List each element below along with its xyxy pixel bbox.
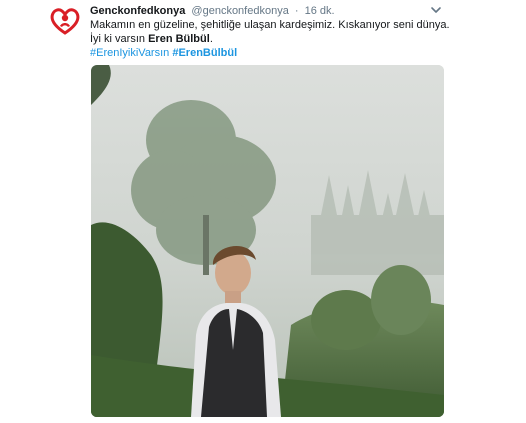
tweet-text: Makamın en güzeline, şehitliğe ulaşan ka… <box>90 18 450 60</box>
tweet: Genckonfedkonya @genckonfedkonya · 16 dk… <box>0 0 526 423</box>
red-heart-logo-icon <box>50 8 80 35</box>
hashtag-line: #ErenIyikiVarsın #ErenBülbül <box>90 46 450 60</box>
tweet-text-name: Eren Bülbül <box>148 33 210 45</box>
tweet-photo[interactable] <box>91 65 444 417</box>
display-name[interactable]: Genckonfedkonya <box>90 5 185 17</box>
avatar[interactable] <box>49 5 81 37</box>
tweet-text-line-1: Makamın en güzeline, şehitliğe ulaşan ka… <box>90 19 450 31</box>
timestamp[interactable]: 16 dk. <box>305 5 335 17</box>
tweet-header: Genckonfedkonya @genckonfedkonya · 16 dk… <box>90 4 335 18</box>
chevron-down-icon <box>431 7 441 13</box>
more-options-button[interactable] <box>429 3 443 17</box>
hashtag-link[interactable]: #ErenBülbül <box>172 47 237 59</box>
tweet-text-line-2: İyi ki varsın Eren Bülbül. <box>90 32 450 46</box>
photo-content <box>91 65 444 417</box>
hashtag-link[interactable]: #ErenIyikiVarsın <box>90 47 169 59</box>
tweet-text-suffix: . <box>209 33 213 45</box>
tweet-text-prefix: İyi ki varsın <box>90 33 149 45</box>
separator-dot: · <box>294 5 299 17</box>
user-handle[interactable]: @genckonfedkonya <box>191 5 288 17</box>
